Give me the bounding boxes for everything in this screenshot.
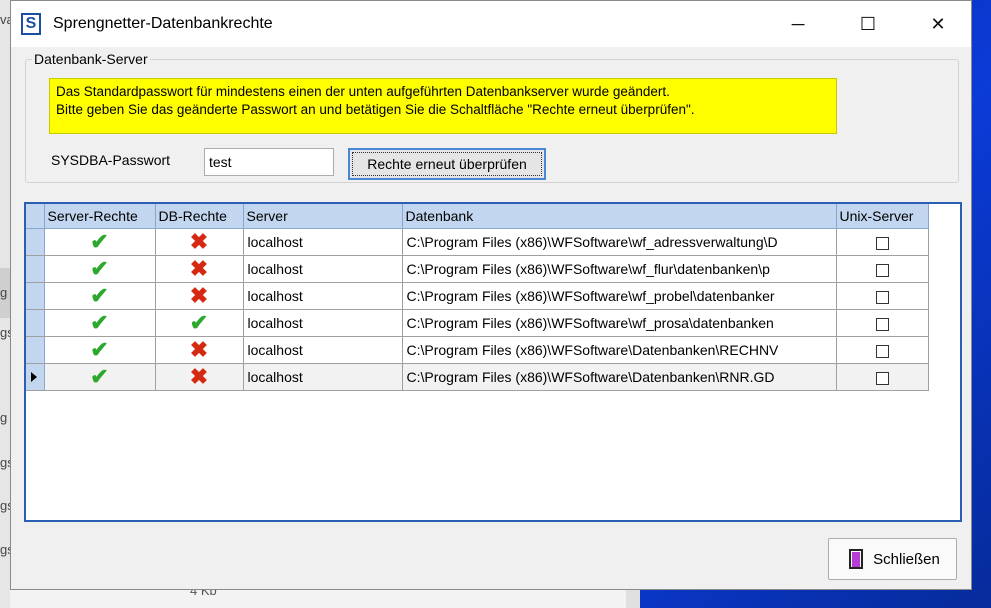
warning-message: Das Standardpasswort für mindestens eine… [49,78,837,134]
unix-server-checkbox[interactable] [875,344,889,358]
table-row[interactable]: ✔ ✖ localhost C:\Program Files (x86)\WFSoft… [26,282,929,310]
table-row[interactable]: ✔ ✖ localhost C:\Program Files (x86)\WFSoft… [26,363,929,391]
current-row-arrow-icon [31,372,37,382]
close-window-button[interactable]: ✕ [903,1,973,47]
db-rights-cell: ✖ [155,228,244,256]
unix-server-checkbox[interactable] [875,317,889,331]
unix-server-checkbox[interactable] [875,263,889,277]
recheck-rights-button[interactable]: Rechte erneut überprüfen [348,148,546,180]
exit-door-icon [845,547,867,571]
server-rights-cell: ✔ [44,363,156,391]
check-mark-icon: ✔ [90,337,109,362]
red-x-icon: ✖ [189,229,209,254]
database-cell: C:\Program Files (x86)\WFSoftware\wf_flu… [402,255,837,283]
database-cell: C:\Program Files (x86)\WFSoftware\wf_adr… [402,228,837,256]
warning-line-1: Das Standardpasswort für mindestens eine… [56,84,670,99]
server-rights-cell: ✔ [44,228,156,256]
warning-line-2: Bitte geben Sie das geänderte Passwort a… [56,102,695,117]
check-mark-icon: ✔ [90,229,109,254]
table-row[interactable]: ✔ ✖ localhost C:\Program Files (x86)\WFSoft… [26,228,929,256]
check-mark-icon: ✔ [189,310,209,335]
unix-server-checkbox[interactable] [875,371,889,385]
background-text: g [0,285,8,300]
db-rights-cell: ✖ [155,363,244,391]
minimize-icon: ─ [791,13,805,34]
red-x-icon: ✖ [189,283,209,308]
red-x-icon: ✖ [189,256,209,281]
database-cell: C:\Program Files (x86)\WFSoftware\wf_pro… [402,282,837,310]
password-label: SYSDBA-Passwort [51,152,171,168]
row-indicator-header [26,204,45,229]
background-text: g [0,410,8,425]
server-rights-cell: ✔ [44,255,156,283]
unix-server-cell [836,336,929,364]
server-rights-cell: ✔ [44,309,156,337]
column-header-database[interactable]: Datenbank [402,204,837,229]
column-header-db-rights[interactable]: DB-Rechte [155,204,244,229]
row-indicator[interactable] [26,336,45,364]
server-cell: localhost [243,282,403,310]
db-rights-cell: ✖ [155,255,244,283]
check-mark-icon: ✔ [90,364,109,389]
column-header-server[interactable]: Server [243,204,403,229]
table-row[interactable]: ✔ ✔ localhost C:\Program Files (x86)\WFSoft… [26,309,929,337]
unix-server-cell [836,363,929,391]
minimize-button[interactable]: ─ [763,1,833,47]
check-mark-icon: ✔ [90,283,109,308]
row-indicator[interactable] [26,309,45,337]
column-header-server-rights[interactable]: Server-Rechte [44,204,156,229]
check-mark-icon: ✔ [90,310,109,335]
close-icon: ✕ [930,13,946,34]
table-row[interactable]: ✔ ✖ localhost C:\Program Files (x86)\WFSoft… [26,336,929,364]
table-row[interactable]: ✔ ✖ localhost C:\Program Files (x86)\WFSoft… [26,255,929,283]
background-text: gs [0,498,10,513]
unix-server-cell [836,309,929,337]
check-mark-icon: ✔ [90,256,109,281]
row-indicator[interactable] [26,228,45,256]
server-cell: localhost [243,363,403,391]
unix-server-cell [836,255,929,283]
db-rights-cell: ✖ [155,336,244,364]
row-indicator[interactable] [26,255,45,283]
app-icon: S [21,13,41,35]
dialog-window: S Sprengnetter-Datenbankrechte ─ ☐ ✕ Dat… [10,0,972,590]
database-cell: C:\Program Files (x86)\WFSoftware\Datenb… [402,336,837,364]
close-button[interactable]: Schließen [828,538,957,580]
server-cell: localhost [243,309,403,337]
rights-grid[interactable]: Server-Rechte DB-Rechte Server Datenbank… [24,202,962,522]
database-cell: C:\Program Files (x86)\WFSoftware\wf_pro… [402,309,837,337]
window-title: Sprengnetter-Datenbankrechte [53,15,273,32]
unix-server-checkbox[interactable] [875,236,889,250]
server-rights-cell: ✔ [44,282,156,310]
server-cell: localhost [243,228,403,256]
row-indicator[interactable] [26,282,45,310]
maximize-button[interactable]: ☐ [833,1,903,47]
database-cell: C:\Program Files (x86)\WFSoftware\Datenb… [402,363,837,391]
background-text: va [0,12,10,27]
column-header-unix-server[interactable]: Unix-Server [836,204,929,229]
maximize-icon: ☐ [859,13,877,34]
db-rights-cell: ✖ [155,282,244,310]
server-cell: localhost [243,255,403,283]
red-x-icon: ✖ [189,337,209,362]
server-rights-cell: ✔ [44,336,156,364]
server-cell: localhost [243,336,403,364]
red-x-icon: ✖ [189,364,209,389]
row-indicator[interactable] [26,363,45,391]
group-legend: Datenbank-Server [34,51,148,67]
password-input[interactable] [204,148,334,176]
unix-server-cell [836,228,929,256]
rights-table: Server-Rechte DB-Rechte Server Datenbank… [26,204,929,391]
background-text: gs [0,455,10,470]
header-row: Server-Rechte DB-Rechte Server Datenbank… [26,204,929,229]
title-bar: S Sprengnetter-Datenbankrechte ─ ☐ ✕ [11,1,971,47]
close-button-label: Schließen [873,550,940,568]
background-text: gs [0,325,10,340]
background-text: gs [0,542,10,557]
db-rights-cell: ✔ [155,309,244,337]
unix-server-cell [836,282,929,310]
unix-server-checkbox[interactable] [875,290,889,304]
